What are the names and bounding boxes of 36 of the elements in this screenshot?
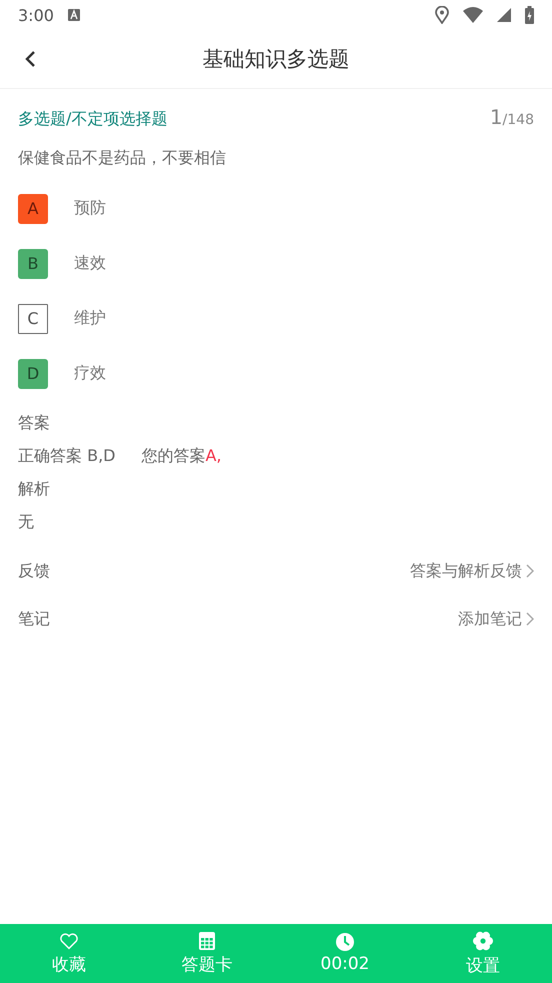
row-link[interactable]: 添加笔记 xyxy=(458,608,534,630)
your-answer-label: 您的答案 xyxy=(141,446,206,467)
option-text[interactable]: 维护 xyxy=(74,308,106,329)
option-letter[interactable]: A xyxy=(18,194,48,224)
heart-icon xyxy=(59,932,79,950)
battery-icon xyxy=(525,6,534,24)
location-icon xyxy=(435,6,449,24)
row-label: 反馈 xyxy=(18,560,50,582)
question-total: /148 xyxy=(502,112,534,128)
question-text: 保健食品不是药品，不要相信 xyxy=(18,148,227,169)
answer-heading: 答案 xyxy=(18,413,51,434)
option-letter[interactable]: D xyxy=(18,358,48,388)
question-type: 多选题/不定项选择题 xyxy=(18,109,168,130)
row-label: 笔记 xyxy=(18,608,50,630)
back-icon xyxy=(24,50,36,68)
signal-icon xyxy=(497,8,511,22)
chevron-icon xyxy=(526,612,534,626)
grid-card-icon xyxy=(199,932,215,950)
option-letter[interactable]: C xyxy=(18,304,48,334)
option-text[interactable]: 疗效 xyxy=(74,363,106,384)
clock-icon xyxy=(336,933,354,951)
correct-answer: 正确答案 B,D xyxy=(18,446,116,467)
option-text[interactable]: 速效 xyxy=(74,253,106,274)
chevron-icon xyxy=(526,564,534,578)
option-text[interactable]: 预防 xyxy=(74,198,106,219)
status-time: 3:00 xyxy=(18,6,54,24)
question-number: 1 xyxy=(490,105,503,129)
page-title: 基础知识多选题 xyxy=(202,46,350,73)
your-answer-value: A, xyxy=(205,446,222,467)
analysis-text: 无 xyxy=(18,512,35,533)
settings-icon xyxy=(473,930,493,950)
analysis-heading: 解析 xyxy=(18,479,51,500)
row-link[interactable]: 答案与解析反馈 xyxy=(410,560,534,582)
option-letter[interactable]: B xyxy=(18,248,48,278)
wifi-icon xyxy=(463,7,483,23)
keyboard-notification-icon xyxy=(68,9,80,21)
